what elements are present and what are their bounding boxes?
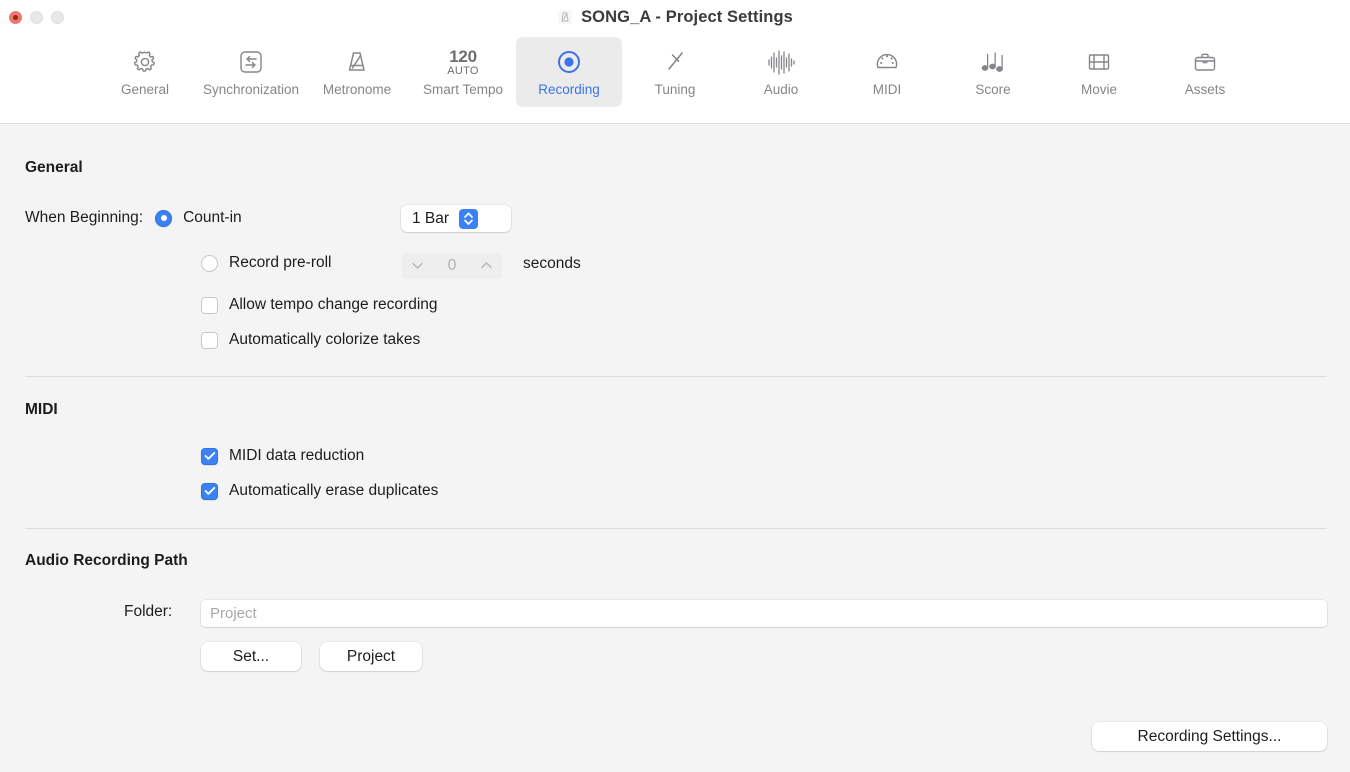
tab-general[interactable]: General (92, 37, 198, 107)
midi-section-heading: MIDI (25, 401, 58, 418)
tab-assets[interactable]: Assets (1152, 37, 1258, 107)
window-titlebar: SONG_A - Project Settings (0, 0, 1350, 34)
record-pre-roll-row: Record pre-roll (201, 254, 332, 272)
tab-label: Smart Tempo (422, 82, 504, 97)
tab-label: Audio (763, 82, 799, 97)
tuning-fork-icon (661, 45, 689, 79)
tab-recording[interactable]: Recording (516, 37, 622, 107)
metronome-icon (561, 12, 569, 22)
when-beginning-label: When Beginning: (25, 209, 144, 226)
tab-metronome[interactable]: Metronome (304, 37, 410, 107)
tab-midi[interactable]: MIDI (834, 37, 940, 107)
chevron-updown-icon (459, 208, 479, 229)
tab-label: General (120, 82, 170, 97)
allow-tempo-change-checkbox[interactable] (201, 296, 218, 314)
tempo-value: 120 (449, 46, 477, 66)
project-folder-button[interactable]: Project (320, 642, 422, 671)
when-beginning-row: When Beginning: Count-in (25, 209, 242, 227)
auto-colorize-takes-row[interactable]: Automatically colorize takes (201, 331, 420, 349)
window-controls (9, 0, 64, 34)
auto-colorize-takes-label: Automatically colorize takes (229, 331, 421, 348)
window-title-group: SONG_A - Project Settings (557, 8, 793, 27)
auto-erase-duplicates-label: Automatically erase duplicates (229, 482, 439, 499)
allow-tempo-change-label: Allow tempo change recording (229, 296, 438, 313)
folder-path-input[interactable]: Project (201, 600, 1327, 627)
midi-data-reduction-row[interactable]: MIDI data reduction (201, 447, 364, 465)
tab-label: Tuning (654, 82, 696, 97)
set-folder-button[interactable]: Set... (201, 642, 301, 671)
film-strip-icon (1085, 45, 1113, 79)
count-in-radio[interactable] (155, 209, 173, 227)
waveform-icon (765, 45, 797, 79)
chevron-up-icon[interactable] (480, 257, 493, 275)
general-section-heading: General (25, 159, 83, 176)
window-title: SONG_A - Project Settings (581, 7, 793, 26)
count-in-bars-popup[interactable]: 1 Bar (401, 205, 511, 232)
tab-synchronization[interactable]: Synchronization (198, 37, 304, 107)
audio-recording-path-heading: Audio Recording Path (25, 552, 188, 569)
recording-settings-button[interactable]: Recording Settings... (1092, 722, 1327, 751)
tab-movie[interactable]: Movie (1046, 37, 1152, 107)
briefcase-icon (1191, 45, 1219, 79)
tab-audio[interactable]: Audio (728, 37, 834, 107)
record-pre-roll-label: Record pre-roll (229, 254, 332, 271)
music-notes-icon (978, 45, 1008, 79)
record-pre-roll-radio[interactable] (201, 254, 218, 272)
pre-roll-seconds-value: 0 (447, 257, 457, 274)
pre-roll-seconds-stepper[interactable]: 0 (402, 253, 502, 279)
maximize-button[interactable] (51, 10, 64, 24)
tab-label: Synchronization (202, 82, 300, 97)
auto-colorize-takes-checkbox[interactable] (201, 331, 218, 349)
close-button[interactable] (9, 10, 22, 24)
minimize-button[interactable] (30, 10, 43, 24)
count-in-label: Count-in (183, 209, 242, 226)
pre-roll-seconds-unit: seconds (523, 255, 581, 272)
sync-arrows-icon (237, 45, 265, 79)
tempo-number-icon: 120 AUTO (447, 45, 479, 79)
auto-erase-duplicates-checkbox[interactable] (201, 482, 218, 500)
chevron-down-icon[interactable] (411, 257, 424, 275)
folder-path-placeholder: Project (210, 605, 257, 622)
gear-icon (130, 45, 160, 79)
tab-label: Movie (1080, 82, 1117, 97)
metronome-icon (342, 45, 372, 79)
folder-label: Folder: (124, 603, 173, 620)
midi-connector-icon (873, 45, 901, 79)
midi-data-reduction-checkbox[interactable] (201, 447, 218, 465)
tab-score[interactable]: Score (940, 37, 1046, 107)
tab-label: MIDI (872, 82, 902, 97)
tab-label: Metronome (322, 82, 392, 97)
auto-erase-duplicates-row[interactable]: Automatically erase duplicates (201, 482, 438, 500)
tempo-mode: AUTO (447, 64, 479, 77)
allow-tempo-change-row[interactable]: Allow tempo change recording (201, 296, 438, 314)
tab-label: Recording (538, 82, 600, 97)
tab-label: Score (975, 82, 1011, 97)
settings-content: General When Beginning: Count-in 1 Bar R… (0, 124, 1350, 772)
section-divider-2 (25, 528, 1327, 529)
count-in-bars-value: 1 Bar (412, 209, 450, 227)
record-circle-icon (554, 45, 584, 79)
midi-data-reduction-label: MIDI data reduction (229, 447, 365, 464)
tab-tuning[interactable]: Tuning (622, 37, 728, 107)
tab-label: Assets (1184, 82, 1226, 97)
tab-smart-tempo[interactable]: 120 AUTO Smart Tempo (410, 37, 516, 107)
section-divider-1 (25, 376, 1327, 377)
settings-toolbar[interactable]: General Synchronization Metronome 120 AU… (0, 34, 1350, 124)
